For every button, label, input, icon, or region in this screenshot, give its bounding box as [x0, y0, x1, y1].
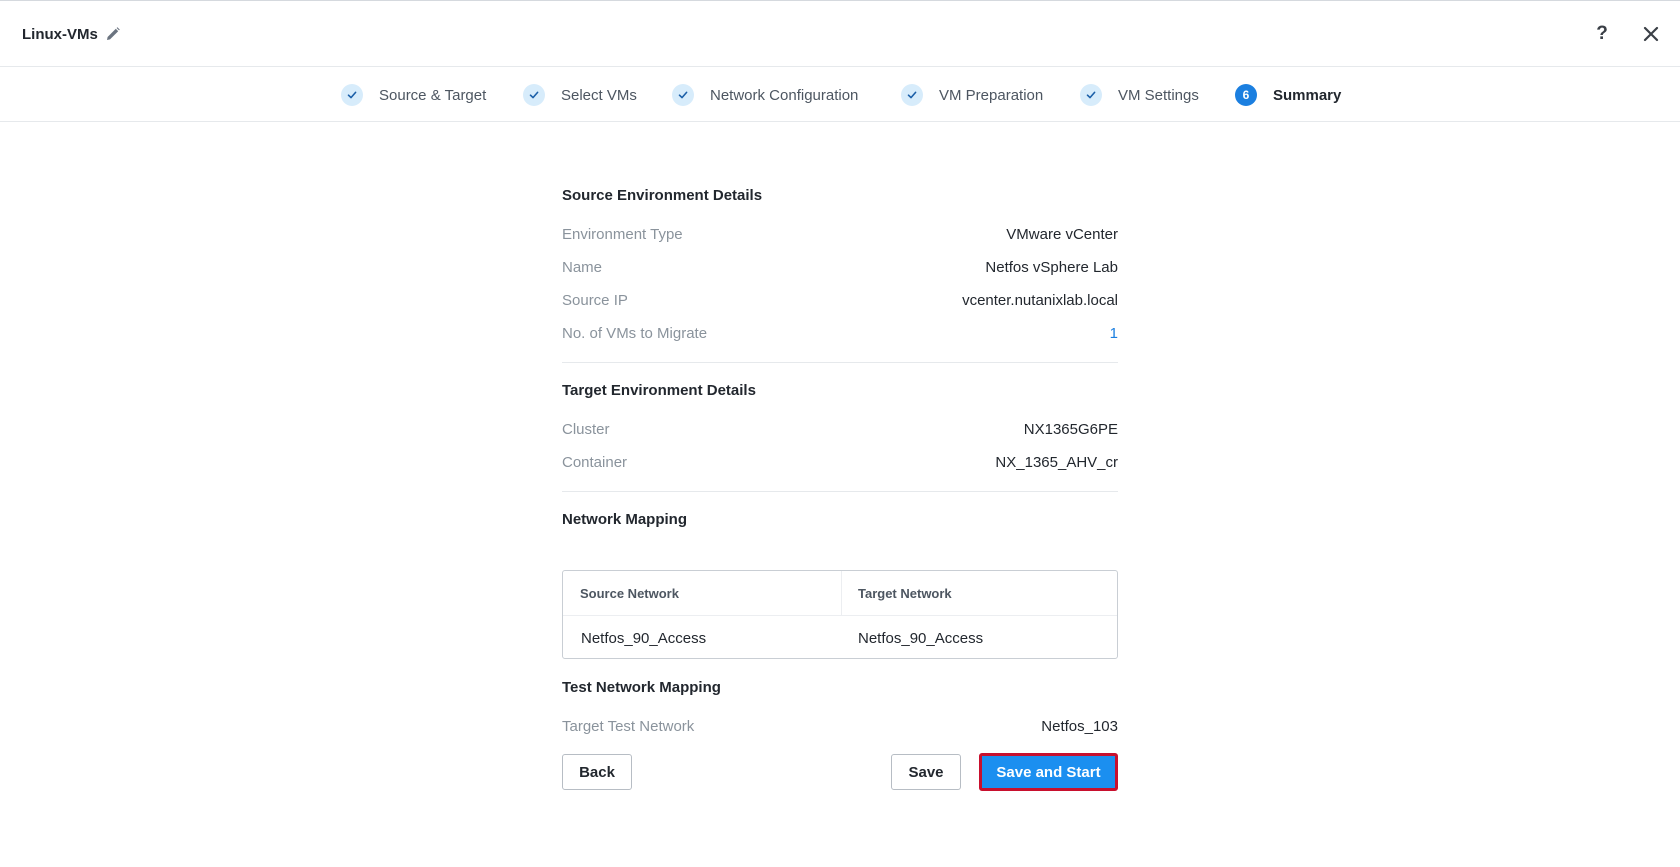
table-cell: Netfos_90_Access — [858, 630, 984, 647]
section-title-target: Target Environment Details — [562, 382, 756, 399]
workflow-name: Linux-VMs — [22, 26, 98, 43]
step-label: Source & Target — [379, 86, 487, 104]
pencil-edit-icon[interactable] — [106, 27, 120, 41]
step-network-configuration[interactable]: Network Configuration — [672, 84, 858, 106]
divider — [562, 362, 1118, 363]
wizard-stepper: Source & Target Select VMs Network Confi… — [0, 67, 1680, 122]
vm-count-link[interactable]: 1 — [1110, 325, 1118, 342]
step-select-vms[interactable]: Select VMs — [523, 84, 637, 106]
kv-value: Netfos_103 — [1041, 718, 1118, 735]
column-header-target-network: Target Network — [858, 586, 952, 601]
column-header-source-network: Source Network — [580, 586, 679, 601]
step-label: Select VMs — [561, 86, 637, 104]
step-source-target[interactable]: Source & Target — [341, 84, 486, 106]
check-icon — [672, 84, 694, 106]
check-icon — [1080, 84, 1102, 106]
kv-value: vcenter.nutanixlab.local — [962, 292, 1118, 309]
step-label: VM Settings — [1118, 86, 1199, 104]
kv-value: NX1365G6PE — [1023, 421, 1118, 438]
kv-label: Name — [562, 259, 603, 276]
close-icon[interactable] — [1643, 26, 1659, 42]
check-icon — [341, 84, 363, 106]
network-mapping-table: Source Network Target Network Netfos_90_… — [562, 570, 1118, 659]
check-icon — [901, 84, 923, 106]
save-button[interactable]: Save — [891, 754, 961, 790]
step-vm-preparation[interactable]: VM Preparation — [901, 84, 1043, 106]
kv-label: Target Test Network — [562, 718, 695, 735]
step-summary[interactable]: 6 Summary — [1235, 84, 1341, 106]
back-button[interactable]: Back — [562, 754, 632, 790]
kv-value: NX_1365_AHV_cr — [995, 454, 1118, 471]
step-label: Network Configuration — [710, 86, 859, 104]
section-title-test-network: Test Network Mapping — [562, 679, 721, 696]
column-divider — [841, 571, 842, 616]
help-icon[interactable]: ? — [1592, 23, 1612, 45]
kv-label: Source IP — [562, 292, 628, 309]
kv-value: Netfos vSphere Lab — [985, 259, 1118, 276]
kv-label: No. of VMs to Migrate — [562, 325, 708, 342]
check-icon — [523, 84, 545, 106]
kv-label: Container — [562, 454, 628, 471]
step-label: Summary — [1273, 86, 1342, 104]
kv-label: Environment Type — [562, 226, 683, 243]
step-vm-settings[interactable]: VM Settings — [1080, 84, 1199, 106]
save-and-start-button[interactable]: Save and Start — [979, 753, 1118, 791]
header: Linux-VMs ? — [0, 1, 1680, 67]
section-title-network-mapping: Network Mapping — [562, 511, 688, 528]
step-number-badge: 6 — [1235, 84, 1257, 106]
table-cell: Netfos_90_Access — [581, 630, 707, 647]
section-title-source: Source Environment Details — [562, 187, 763, 204]
divider — [562, 491, 1118, 492]
step-label: VM Preparation — [939, 86, 1044, 104]
kv-value: VMware vCenter — [1006, 226, 1118, 243]
table-header: Source Network Target Network — [563, 571, 1117, 616]
kv-label: Cluster — [562, 421, 610, 438]
